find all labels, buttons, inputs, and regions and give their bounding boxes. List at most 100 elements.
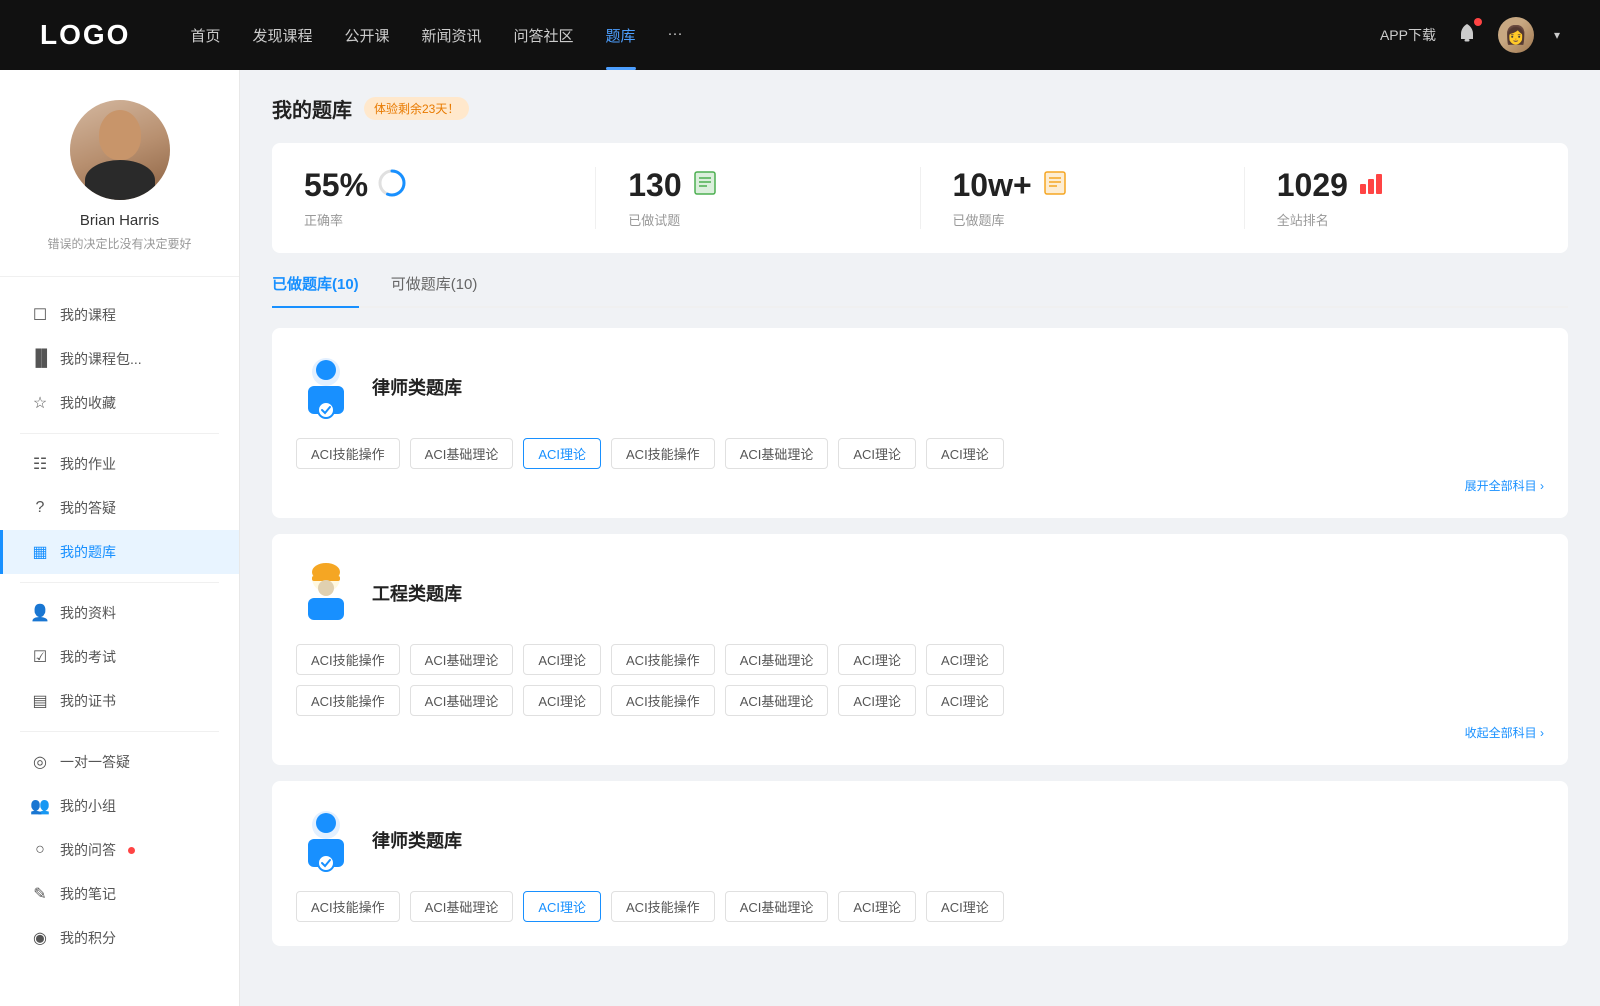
tag-bank2-r2-0[interactable]: ACI技能操作 [296,685,400,716]
bank-icon: ▦ [30,542,50,562]
tag-bank2-r2-5[interactable]: ACI理论 [838,685,916,716]
bank-card-header: 律师类题库 [296,352,1544,422]
stat-done-questions: 130 已做试题 [596,167,920,229]
tag-bank2-r2-4[interactable]: ACI基础理论 [725,685,829,716]
tags-row-bank2-1: ACI技能操作 ACI基础理论 ACI理论 ACI技能操作 ACI基础理论 AC… [296,644,1544,675]
tag-bank3-6[interactable]: ACI理论 [926,891,1004,922]
sidebar-item-one-to-one[interactable]: ◎ 一对一答疑 [0,740,239,784]
tag-bank2-3[interactable]: ACI技能操作 [611,644,715,675]
tag-bank1-0[interactable]: ACI技能操作 [296,438,400,469]
my-qa-icon: ○ [30,841,50,859]
tag-bank3-4[interactable]: ACI基础理论 [725,891,829,922]
sidebar-item-question-bank[interactable]: ▦ 我的题库 [0,530,239,574]
sidebar-item-course-packages[interactable]: ▐▌ 我的课程包... [0,337,239,381]
tag-bank3-2[interactable]: ACI理论 [523,891,601,922]
nav-right: APP下载 👩 ▾ [1380,17,1560,53]
nav-opencourse[interactable]: 公开课 [344,25,389,46]
nav-more[interactable]: ··· [668,25,683,46]
sidebar-item-label: 我的积分 [60,928,116,948]
sidebar-item-profile[interactable]: 👤 我的资料 [0,591,239,635]
nav-qa[interactable]: 问答社区 [514,25,574,46]
tag-bank2-r2-2[interactable]: ACI理论 [523,685,601,716]
stat-row: 10w+ [953,167,1068,204]
tag-bank2-r2-1[interactable]: ACI基础理论 [410,685,514,716]
notes-icon: ✎ [30,884,50,904]
tag-bank2-r2-6[interactable]: ACI理论 [926,685,1004,716]
tags-row-bank2-2: ACI技能操作 ACI基础理论 ACI理论 ACI技能操作 ACI基础理论 AC… [296,685,1544,716]
qa-notification-dot [128,847,135,854]
app-download-button[interactable]: APP下载 [1380,25,1436,45]
tag-bank1-2[interactable]: ACI理论 [523,438,601,469]
bank-card-header-3: 律师类题库 [296,805,1544,875]
tag-bank2-5[interactable]: ACI理论 [838,644,916,675]
sidebar: Brian Harris 错误的决定比没有决定要好 ☐ 我的课程 ▐▌ 我的课程… [0,70,240,1006]
stat-row: 130 [628,167,717,204]
tag-bank3-0[interactable]: ACI技能操作 [296,891,400,922]
sidebar-item-label: 我的资料 [60,603,116,623]
user-menu-chevron[interactable]: ▾ [1554,28,1560,42]
tag-bank2-4[interactable]: ACI基础理论 [725,644,829,675]
tab-available[interactable]: 可做题库(10) [391,273,478,306]
ranking-value: 1029 [1277,167,1348,204]
stat-row: 1029 [1277,167,1384,204]
bank-name-1: 律师类题库 [372,374,462,400]
tag-bank2-r2-3[interactable]: ACI技能操作 [611,685,715,716]
user-avatar-large [70,100,170,200]
nav-discover[interactable]: 发现课程 [252,25,312,46]
tag-bank1-4[interactable]: ACI基础理论 [725,438,829,469]
user-avatar-nav[interactable]: 👩 [1498,17,1534,53]
collapse-bank2[interactable]: 收起全部科目 › [296,724,1544,741]
sidebar-item-certificate[interactable]: ▤ 我的证书 [0,679,239,723]
tag-bank1-3[interactable]: ACI技能操作 [611,438,715,469]
avatar-face: 👩 [1498,17,1534,53]
tag-bank2-2[interactable]: ACI理论 [523,644,601,675]
tag-bank3-3[interactable]: ACI技能操作 [611,891,715,922]
nav-news[interactable]: 新闻资讯 [422,25,482,46]
sidebar-item-groups[interactable]: 👥 我的小组 [0,784,239,828]
sidebar-item-label: 我的课程 [60,305,116,325]
sidebar-item-homework[interactable]: ☷ 我的作业 [0,442,239,486]
tab-done[interactable]: 已做题库(10) [272,273,359,306]
cert-icon: ▤ [30,691,50,711]
sidebar-item-notes[interactable]: ✎ 我的笔记 [0,872,239,916]
done-questions-value: 130 [628,167,681,204]
stats-bar: 55% 正确率 130 [272,143,1568,253]
nav-questionbank[interactable]: 题库 [606,25,636,46]
tabs-row: 已做题库(10) 可做题库(10) [272,273,1568,308]
engineer-bank-icon [296,558,356,628]
points-icon: ◉ [30,928,50,948]
sidebar-item-label: 我的答疑 [60,498,116,518]
nav-links: 首页 发现课程 公开课 新闻资讯 问答社区 题库 ··· [190,25,1340,46]
tag-bank3-5[interactable]: ACI理论 [838,891,916,922]
tag-bank1-5[interactable]: ACI理论 [838,438,916,469]
done-questions-icon [692,170,718,202]
lawyer-bank-icon-3 [296,805,356,875]
sidebar-item-my-courses[interactable]: ☐ 我的课程 [0,293,239,337]
user-motto: 错误的决定比没有决定要好 [47,235,191,252]
avatar-image [70,100,170,200]
sidebar-item-label: 我的问答 [60,840,116,860]
tag-bank2-1[interactable]: ACI基础理论 [410,644,514,675]
notification-badge [1474,18,1482,26]
nav-home[interactable]: 首页 [190,25,220,46]
sidebar-item-exam[interactable]: ☑ 我的考试 [0,635,239,679]
tag-bank1-1[interactable]: ACI基础理论 [410,438,514,469]
ranking-icon [1358,170,1384,202]
bank-card-2: 工程类题库 ACI技能操作 ACI基础理论 ACI理论 ACI技能操作 ACI基… [272,534,1568,765]
divider-1 [20,433,219,434]
sidebar-item-points[interactable]: ◉ 我的积分 [0,916,239,960]
sidebar-item-label: 我的考试 [60,647,116,667]
sidebar-item-favorites[interactable]: ☆ 我的收藏 [0,381,239,425]
logo[interactable]: LOGO [40,19,130,51]
sidebar-item-my-qa[interactable]: ○ 我的问答 [0,828,239,872]
page-header: 我的题库 体验剩余23天！ [272,94,1568,123]
tags-row-bank1: ACI技能操作 ACI基础理论 ACI理论 ACI技能操作 ACI基础理论 AC… [296,438,1544,469]
tag-bank3-1[interactable]: ACI基础理论 [410,891,514,922]
tag-bank2-0[interactable]: ACI技能操作 [296,644,400,675]
sidebar-item-label: 我的题库 [60,542,116,562]
sidebar-item-qa[interactable]: ? 我的答疑 [0,486,239,530]
tag-bank1-6[interactable]: ACI理论 [926,438,1004,469]
notification-bell[interactable] [1456,22,1478,49]
expand-bank1[interactable]: 展开全部科目 › [296,477,1544,494]
tag-bank2-6[interactable]: ACI理论 [926,644,1004,675]
